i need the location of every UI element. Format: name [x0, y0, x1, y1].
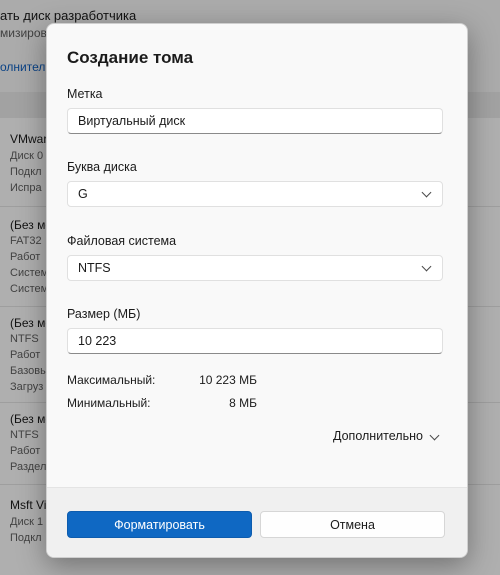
file-system-label: Файловая система: [67, 234, 177, 248]
create-volume-dialog: Создание тома Метка Буква диска G Файлов…: [46, 23, 468, 558]
advanced-toggle-label: Дополнительно: [333, 429, 423, 443]
dialog-footer: Форматировать Отмена: [47, 487, 467, 557]
file-system-value: NTFS: [78, 261, 111, 275]
advanced-toggle[interactable]: Дополнительно: [333, 429, 440, 443]
max-size-label: Максимальный:: [67, 373, 156, 387]
drive-letter-value: G: [78, 187, 88, 201]
size-input[interactable]: [67, 328, 443, 354]
volume-label-input[interactable]: [67, 108, 443, 134]
size-label: Размер (МБ): [67, 307, 141, 321]
max-size-value: 10 223 МБ: [199, 373, 257, 387]
min-size-value: 8 МБ: [229, 396, 257, 410]
min-size-label: Минимальный:: [67, 396, 151, 410]
volume-label-label: Метка: [67, 87, 103, 101]
format-button[interactable]: Форматировать: [67, 511, 252, 538]
chevron-down-icon: [421, 261, 432, 272]
chevron-down-icon: [421, 187, 432, 198]
chevron-down-icon: [429, 430, 440, 441]
file-system-select[interactable]: NTFS: [67, 255, 443, 281]
drive-letter-label: Буква диска: [67, 160, 137, 174]
cancel-button[interactable]: Отмена: [260, 511, 445, 538]
drive-letter-select[interactable]: G: [67, 181, 443, 207]
dialog-title: Создание тома: [67, 48, 194, 67]
